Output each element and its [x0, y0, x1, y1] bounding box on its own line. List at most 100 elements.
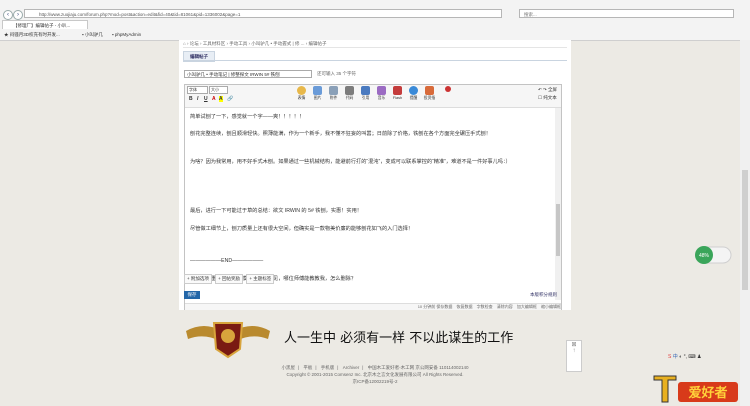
emoji-tool[interactable]: 表情	[295, 86, 308, 101]
restore-data-link[interactable]: 恢复数据	[457, 304, 473, 309]
link-button[interactable]: 🔗	[227, 96, 233, 102]
invest-tool[interactable]: 投资指	[423, 86, 436, 101]
post-title-input[interactable]: 小叫驴几 • 手动笔记 | 修整探文 IRWIN 5# 铁刨	[184, 70, 312, 78]
smile-icon	[297, 86, 306, 95]
speed-widget[interactable]: 48%	[693, 245, 733, 265]
music-tool[interactable]: 音乐	[375, 86, 388, 101]
chart-icon	[425, 86, 434, 95]
extra-options-tab[interactable]: + 附加选项	[184, 274, 212, 284]
quote-tool[interactable]: 引用	[359, 86, 372, 101]
paragraph: 尽管做工细节上，刨刀质量上还有很大空间，但确实是一款物美价廉的能够刨花如飞的入门…	[190, 226, 414, 232]
footer-copyright: Copyright © 2001-2015 Comsenz Inc. 北京木之言…	[286, 372, 464, 377]
browser-chrome: ‹ › http://www.zuojiaju.com/forum.php?mo…	[0, 0, 750, 41]
plain-text-toggle[interactable]: ☐ 纯文本	[538, 94, 557, 102]
at-icon	[409, 86, 418, 95]
dot-icon: °,	[683, 354, 687, 360]
user-icon: ♟	[696, 354, 702, 360]
word-count-link[interactable]: 字数检查	[477, 304, 493, 309]
moon-icon: ◐	[679, 354, 683, 360]
enlarge-editor-link[interactable]: 加大编辑框	[517, 304, 537, 309]
image-tool[interactable]: 图片	[311, 86, 324, 101]
footer-link[interactable]: 手机版	[321, 365, 335, 370]
underline-button[interactable]: U	[204, 96, 208, 102]
attach-tool[interactable]: 附件	[327, 86, 340, 101]
paragraph: ——————END——————	[190, 258, 264, 264]
font-select[interactable]: 字体	[187, 86, 208, 94]
credit-rules-link[interactable]: 本版积分规则	[530, 291, 557, 299]
code-icon	[345, 86, 354, 95]
tool-label: 图片	[313, 96, 322, 100]
site-footer: 小黑屋 | 平板 | 手机版 | Archiver | 中国木工爱好者-木工网 京公网安…	[180, 364, 570, 385]
browser-tab[interactable]: 【修理厂】编辑帖子 - 小叭...	[2, 20, 88, 29]
footer-icp: 中国木工爱好者-木工网 京公网安备 110114002140	[367, 365, 469, 370]
favorites-bar: ★ 闷骚月3D校充有时开发... ▪ 小叫驴几 ▪ phpMyAdmin	[0, 30, 750, 39]
keyboard-icon: ⌨	[688, 354, 696, 360]
fullscreen-label: 全屏	[548, 87, 557, 92]
font-color-button[interactable]: A	[212, 96, 216, 102]
flash-icon	[393, 86, 402, 95]
winged-shield-logo	[186, 322, 270, 359]
plain-text-label: 纯文本	[543, 95, 557, 100]
address-bar[interactable]: http://www.zuojiaju.com/forum.php?mod=po…	[24, 9, 502, 18]
paragraph: 为啥？因为我常用，用不好手式木刨。如果通过一些机械结构，能避前行打的“混沌”，变…	[190, 159, 511, 165]
paragraph: 最后，进行一下可能过于草的总结：欲文 IRWIN 的 5# 铁刨，实惠！实用！	[190, 208, 362, 214]
widget-percent: 48%	[699, 253, 710, 259]
favorite-item[interactable]: ★ 闷骚月3D校充有时开发...	[4, 30, 60, 39]
lang-icon: 中	[672, 354, 678, 360]
size-select[interactable]: 大小	[209, 86, 228, 94]
page-scrollbar[interactable]	[740, 40, 750, 406]
browser-search-input[interactable]: 搜索...	[519, 9, 734, 18]
tool-label: 引用	[361, 96, 370, 100]
breadcrumb-item[interactable]: 工具材料区	[203, 41, 226, 46]
breadcrumb-item[interactable]: 小叫驴几 • 手动握式 | 修 ...	[251, 41, 304, 46]
favorite-label: 小叫驴几	[84, 32, 103, 37]
paragraph: 刨花完整连续，刨且顺滑轻快。照薄能满，作为一个新手，我不懂不狂妄的叫嚣；日前除了…	[190, 131, 491, 137]
bold-button[interactable]: B	[189, 96, 193, 102]
footer-banner: 人一生中 必须有一样 不以此谋生的工作	[184, 315, 564, 359]
editor-scroll-thumb[interactable]	[556, 204, 560, 256]
image-icon	[313, 86, 322, 95]
post-options: + 附加选项 + 回帖奖励 + 主题标签	[184, 274, 276, 284]
tool-label: 代码	[345, 96, 354, 100]
save-button[interactable]: 保存	[184, 291, 200, 299]
tool-label: Flash	[392, 96, 403, 100]
breadcrumb-item[interactable]: 论坛	[190, 41, 199, 46]
tags-tab[interactable]: + 主题标签	[246, 274, 275, 284]
tool-label: 音乐	[377, 96, 386, 100]
tool-label: 投资指	[423, 96, 436, 100]
code-tool[interactable]: 代码	[343, 86, 356, 101]
footer-beian[interactable]: 京ICP备12002219号-2	[180, 378, 570, 385]
quote-icon	[361, 86, 370, 95]
title-char-hint: 还可输入 35 个字符	[317, 71, 357, 76]
highlight-button[interactable]: A	[219, 96, 223, 102]
editor-mode-options: ↶ ↷ 全屏 ☐ 纯文本	[538, 86, 557, 102]
mention-tool[interactable]: 提醒	[407, 86, 420, 101]
fullscreen-toggle[interactable]: ↶ ↷ 全屏	[538, 86, 557, 94]
editor-status-bar: 10 分钟前 保存数据 恢复数据 字数检查 清除内容 加大编辑框 缩小编辑框	[185, 303, 561, 310]
input-method-tray[interactable]: S 中 ◐ °, ⌨ ♟	[668, 353, 738, 362]
option-label: 主题标签	[253, 276, 272, 281]
footer-links: 小黑屋 | 平板 | 手机版 | Archiver | 中国木工爱好者-木工网 京公网安…	[281, 365, 469, 370]
reply-reward-tab[interactable]: + 回帖奖励	[215, 274, 244, 284]
footer-link[interactable]: 平板	[303, 365, 312, 370]
footer-link[interactable]: 小黑屋	[281, 365, 295, 370]
extra-tool[interactable]	[441, 86, 454, 92]
clear-content-link[interactable]: 清除内容	[497, 304, 513, 309]
svg-text:爱好者: 爱好者	[688, 385, 727, 401]
favorite-item[interactable]: ▪ 小叫驴几	[82, 30, 103, 39]
flash-tool[interactable]: Flash	[391, 86, 404, 101]
editor-scrollbar[interactable]	[555, 108, 561, 300]
paperclip-icon	[329, 86, 338, 95]
footer-link[interactable]: Archiver	[343, 365, 360, 370]
shrink-editor-link[interactable]: 缩小编辑框	[541, 304, 561, 309]
favorite-item[interactable]: ▪ phpMyAdmin	[112, 30, 141, 39]
breadcrumb-item[interactable]: 手动工具	[229, 41, 247, 46]
slogan-text: 人一生中 必须有一样 不以此谋生的工作	[284, 331, 514, 346]
option-label: 附加选项	[190, 276, 209, 281]
page-scroll-thumb[interactable]	[742, 170, 748, 290]
tool-label: 附件	[329, 96, 338, 100]
breadcrumb: ⌂ › 论坛 › 工具材料区 › 手动工具 › 小叫驴几 • 手动握式 | 修 …	[183, 40, 567, 48]
sogou-icon: S	[668, 354, 672, 360]
address-row: ‹ › http://www.zuojiaju.com/forum.php?mo…	[0, 9, 750, 20]
italic-button[interactable]: I	[197, 96, 198, 102]
